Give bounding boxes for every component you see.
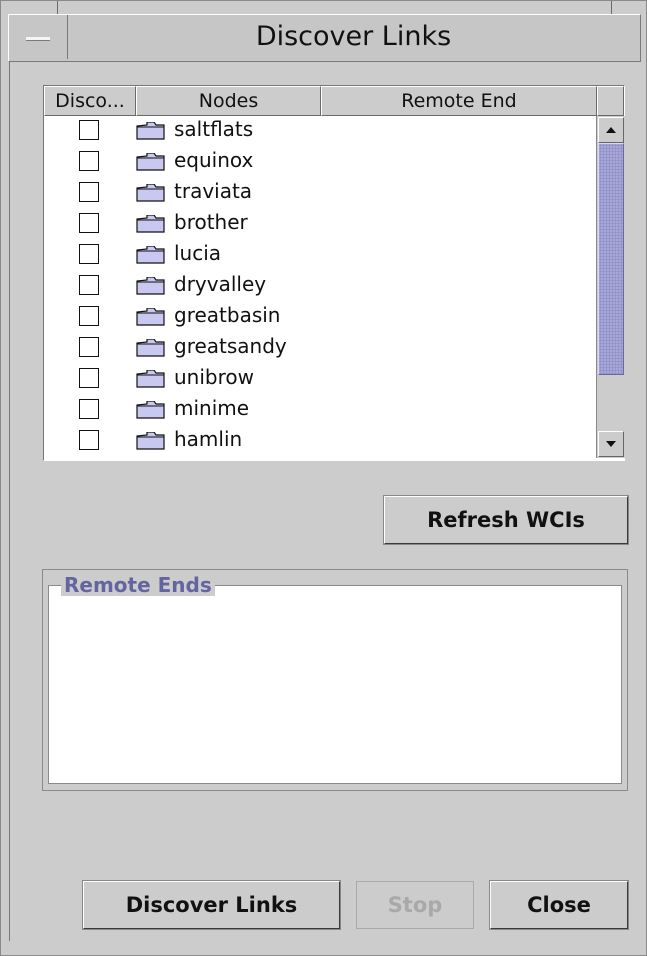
table-row[interactable]: hamlin — [44, 426, 596, 454]
table-row[interactable]: brother — [44, 209, 596, 237]
node-name: traviata — [174, 179, 253, 203]
scroll-down-button[interactable] — [598, 431, 624, 457]
folder-icon — [136, 432, 165, 450]
folder-icon — [136, 153, 165, 171]
stop-button[interactable]: Stop — [356, 881, 474, 929]
title-bar[interactable]: Discover Links — [8, 14, 641, 62]
folder-icon — [136, 339, 165, 357]
table-row[interactable]: greatsandy — [44, 333, 596, 361]
node-name: lucia — [174, 241, 222, 265]
column-header-nodes[interactable]: Nodes — [136, 86, 321, 116]
node-name: dryvalley — [174, 272, 267, 296]
column-header-remote-end[interactable]: Remote End — [321, 86, 597, 116]
remote-ends-group: Remote Ends — [42, 569, 628, 791]
remote-ends-label: Remote Ends — [61, 574, 215, 596]
discover-checkbox[interactable] — [79, 244, 99, 264]
folder-icon — [136, 370, 165, 388]
arrow-up-icon — [606, 127, 616, 133]
folder-icon — [136, 277, 165, 295]
frame-tick — [57, 1, 58, 15]
nodes-table: Disco... Nodes Remote End saltflats equin… — [43, 85, 625, 461]
node-name: unibrow — [174, 365, 254, 389]
node-name: equinox — [174, 148, 254, 172]
column-header-discover[interactable]: Disco... — [44, 86, 136, 116]
refresh-wcis-button[interactable]: Refresh WCIs — [384, 496, 628, 544]
folder-icon — [136, 122, 165, 140]
folder-icon — [136, 184, 165, 202]
node-name: saltflats — [174, 117, 254, 141]
folder-icon — [136, 308, 165, 326]
table-row[interactable]: traviata — [44, 178, 596, 206]
discover-checkbox[interactable] — [79, 151, 99, 171]
window-menu-button[interactable] — [9, 15, 68, 59]
node-name: minime — [174, 396, 250, 420]
folder-icon — [136, 401, 165, 419]
remote-ends-list[interactable] — [48, 585, 622, 784]
table-row[interactable]: unibrow — [44, 364, 596, 392]
discover-checkbox[interactable] — [79, 213, 99, 233]
scroll-up-button[interactable] — [598, 117, 624, 143]
window-menu-icon — [26, 37, 50, 41]
discover-links-button[interactable]: Discover Links — [83, 881, 340, 929]
scroll-thumb[interactable] — [598, 143, 624, 375]
discover-checkbox[interactable] — [79, 182, 99, 202]
discover-checkbox[interactable] — [79, 368, 99, 388]
table-header-corner — [597, 86, 624, 116]
node-name: hamlin — [174, 427, 243, 451]
folder-icon — [136, 246, 165, 264]
table-row[interactable]: minime — [44, 395, 596, 423]
frame-tick — [611, 1, 612, 15]
discover-links-window: Discover Links Disco... Nodes Remote End… — [0, 0, 647, 956]
arrow-down-icon — [606, 441, 616, 447]
vertical-scrollbar[interactable] — [596, 116, 625, 458]
frame-edge-left — [9, 61, 10, 941]
table-row[interactable]: lucia — [44, 240, 596, 268]
discover-checkbox[interactable] — [79, 306, 99, 326]
window-title: Discover Links — [255, 21, 452, 52]
node-name: greatsandy — [174, 334, 287, 358]
close-button[interactable]: Close — [490, 881, 628, 929]
discover-checkbox[interactable] — [79, 337, 99, 357]
discover-checkbox[interactable] — [79, 430, 99, 450]
node-name: brother — [174, 210, 248, 234]
discover-checkbox[interactable] — [79, 120, 99, 140]
discover-checkbox[interactable] — [79, 275, 99, 295]
table-row[interactable]: equinox — [44, 147, 596, 175]
node-name: greatbasin — [174, 303, 281, 327]
folder-icon — [136, 215, 165, 233]
discover-checkbox[interactable] — [79, 399, 99, 419]
table-row[interactable]: dryvalley — [44, 271, 596, 299]
table-row[interactable]: greatbasin — [44, 302, 596, 330]
table-row[interactable]: saltflats — [44, 116, 596, 144]
